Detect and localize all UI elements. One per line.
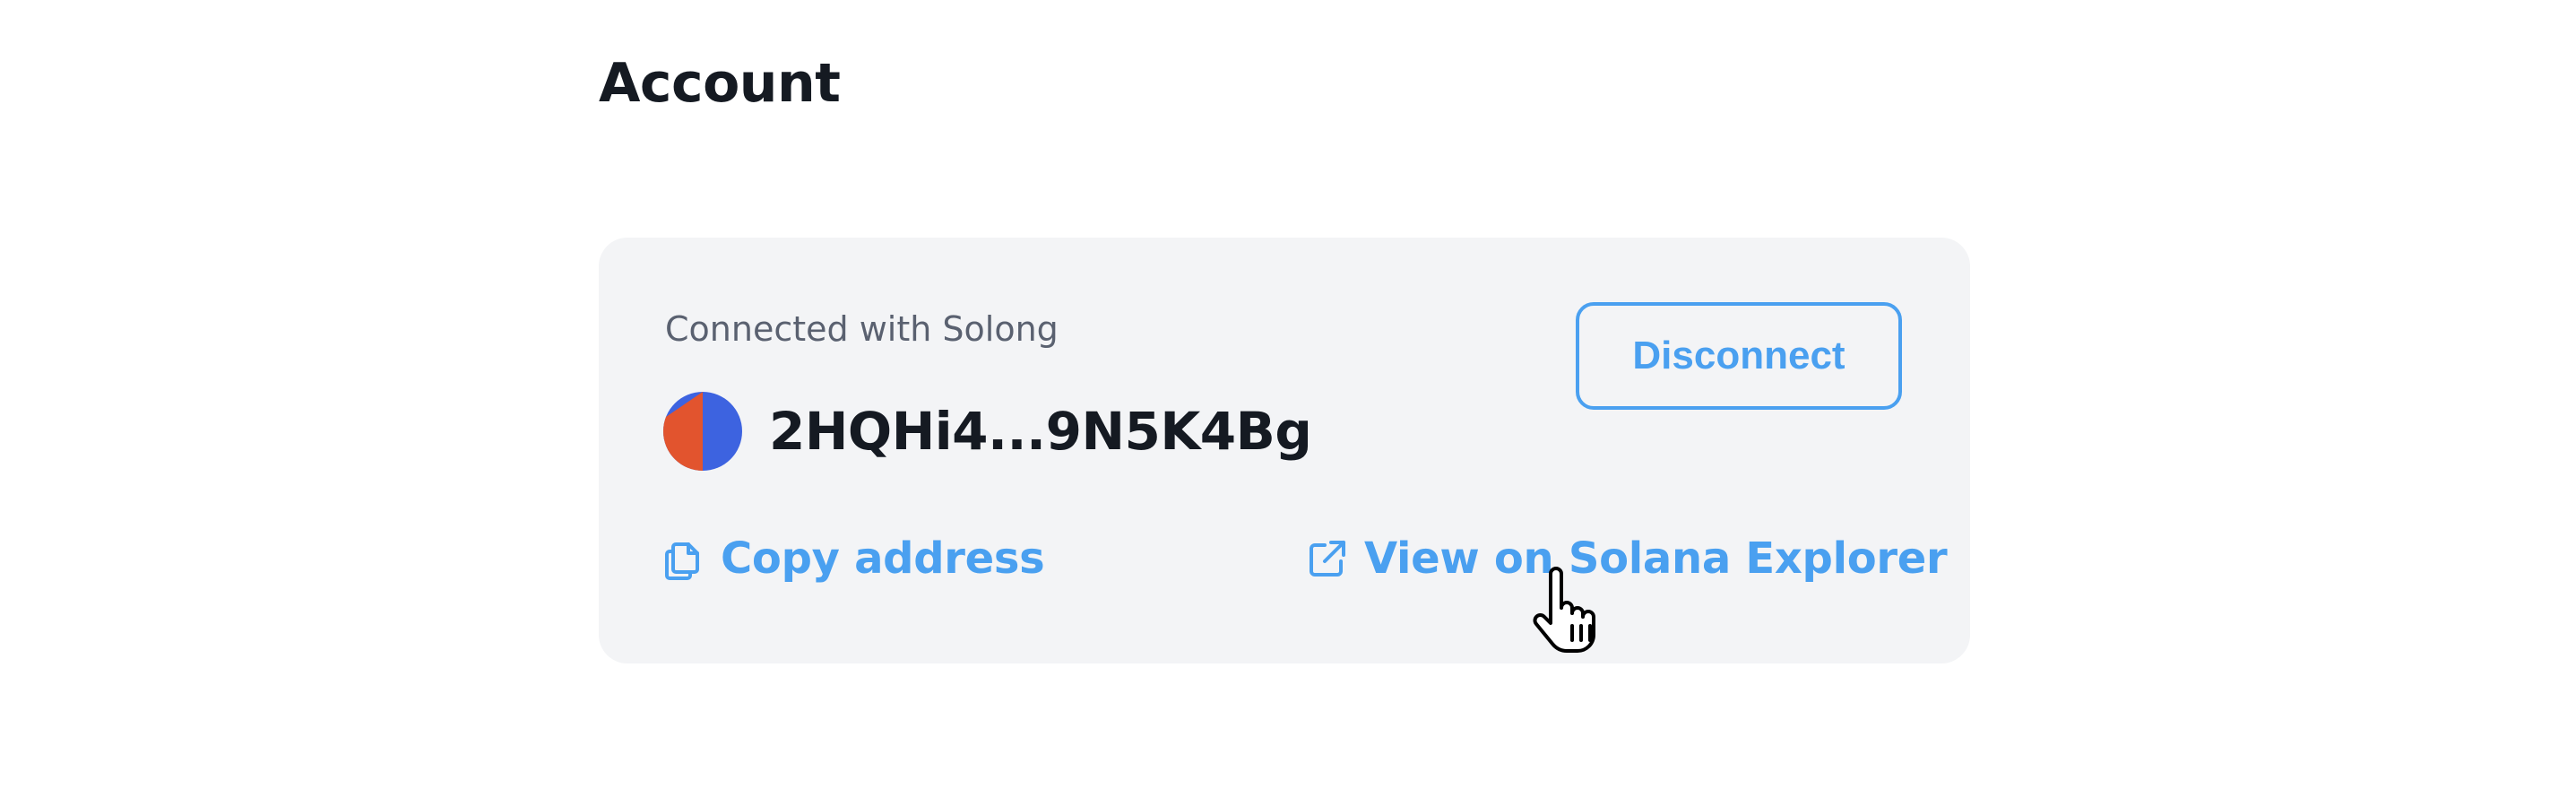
wallet-address: 2HQHi4...9N5K4Bg bbox=[769, 401, 1312, 462]
wallet-avatar bbox=[663, 392, 742, 471]
copy-icon bbox=[663, 537, 705, 580]
hand-pointer-cursor bbox=[1531, 567, 1606, 656]
view-on-explorer-label: View on Solana Explorer bbox=[1364, 533, 1948, 584]
address-row: 2HQHi4...9N5K4Bg bbox=[663, 392, 1312, 471]
copy-address-link[interactable]: Copy address bbox=[663, 533, 1045, 584]
page-title: Account bbox=[599, 52, 841, 115]
connected-with-label: Connected with Solong bbox=[665, 309, 1059, 349]
view-on-explorer-link[interactable]: View on Solana Explorer bbox=[1307, 533, 1948, 584]
account-page: Account Connected with Solong 2HQHi4...9… bbox=[0, 0, 2576, 789]
external-link-icon bbox=[1307, 538, 1348, 579]
disconnect-button[interactable]: Disconnect bbox=[1576, 302, 1902, 410]
account-card: Connected with Solong 2HQHi4...9N5K4Bg D… bbox=[599, 238, 1970, 663]
copy-address-label: Copy address bbox=[721, 533, 1045, 584]
